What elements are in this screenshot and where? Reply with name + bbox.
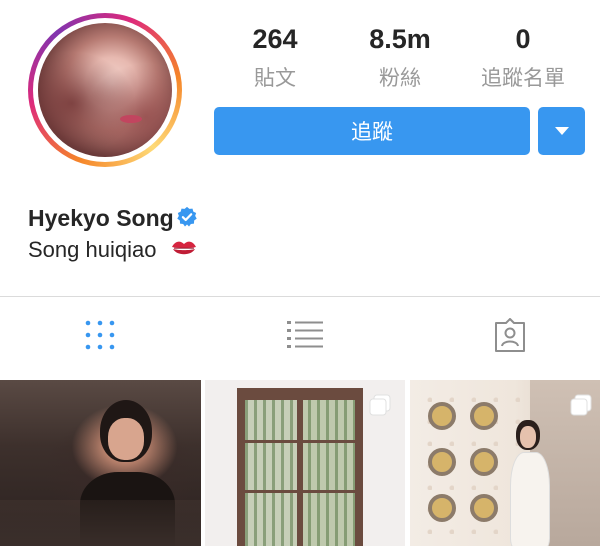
suggestions-dropdown-button[interactable] (538, 107, 585, 155)
verified-badge-icon (177, 206, 197, 227)
follow-button-label: 追蹤 (351, 120, 393, 144)
follow-button[interactable]: 追蹤 (214, 107, 530, 155)
kiss-mark-emoji-icon (172, 241, 196, 255)
tab-tagged[interactable] (410, 300, 600, 370)
multiple-photos-icon (570, 394, 592, 416)
grid-icon (85, 320, 115, 350)
multiple-photos-icon (369, 394, 391, 416)
stat-posts-count[interactable]: 264 (230, 24, 320, 55)
stat-followers-count[interactable]: 8.5m (350, 24, 450, 55)
post-thumbnail[interactable] (0, 380, 201, 546)
avatar-lips (120, 115, 142, 123)
list-icon (287, 321, 323, 348)
caret-down-icon (554, 126, 569, 135)
profile-bio: Song huiqiao (28, 237, 157, 262)
post-thumbnail[interactable] (410, 380, 600, 546)
avatar[interactable] (38, 23, 172, 157)
tab-list-view[interactable] (205, 300, 405, 370)
section-divider (0, 296, 600, 297)
avatar-hair (38, 23, 172, 157)
post-thumbnail[interactable] (205, 380, 405, 546)
stat-following-count[interactable]: 0 (472, 24, 574, 55)
stat-posts-label[interactable]: 貼文 (230, 62, 320, 92)
profile-username: Hyekyo Song (28, 205, 174, 231)
stat-followers-label[interactable]: 粉絲 (350, 62, 450, 92)
tab-grid-view[interactable] (0, 300, 200, 370)
stat-following-label[interactable]: 追蹤名單 (472, 62, 574, 92)
tagged-person-icon (495, 318, 525, 352)
